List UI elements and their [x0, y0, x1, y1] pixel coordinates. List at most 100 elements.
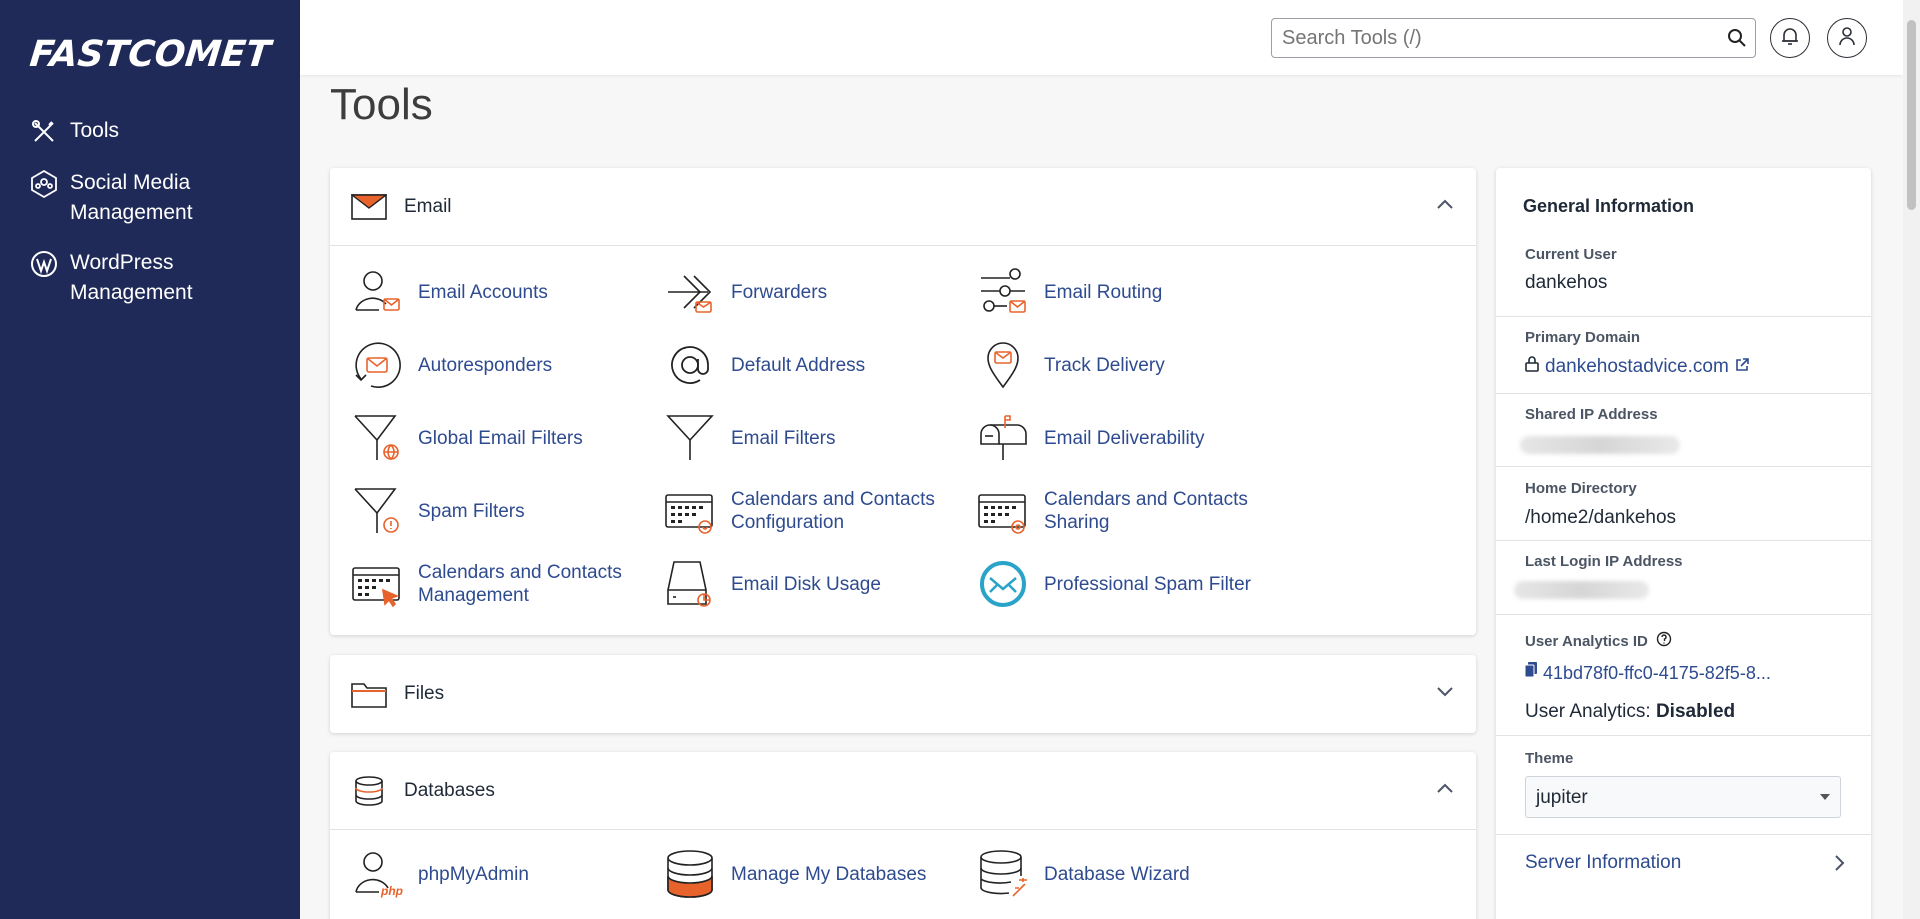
tool-label: Professional Spam Filter: [1044, 573, 1251, 595]
notifications-button[interactable]: [1770, 18, 1810, 58]
server-information-link[interactable]: Server Information: [1525, 852, 1845, 874]
page-scrollbar[interactable]: [1903, 0, 1920, 919]
sidebar-item-social-media[interactable]: Social Media Management: [28, 168, 288, 228]
tool-label: Email Routing: [1044, 281, 1163, 303]
tool-phpmyadmin[interactable]: php phpMyAdmin: [350, 846, 650, 902]
professional-spam-filter-icon: [976, 556, 1030, 612]
email-deliverability-icon: [976, 410, 1030, 466]
tool-forwarders[interactable]: Forwarders: [663, 264, 963, 320]
copy-icon[interactable]: [1524, 662, 1537, 684]
tool-global-email-filters[interactable]: Global Email Filters: [350, 410, 650, 466]
chevron-up-icon[interactable]: [1436, 781, 1454, 799]
help-icon[interactable]: [1656, 631, 1672, 651]
tool-autoresponders[interactable]: Autoresponders: [350, 337, 650, 393]
search-input[interactable]: [1272, 19, 1702, 57]
user-menu-button[interactable]: [1827, 18, 1867, 58]
tool-calendars-management[interactable]: Calendars and Contacts Management: [350, 556, 650, 612]
divider: [1496, 316, 1871, 317]
chevron-down-icon[interactable]: [1436, 684, 1454, 702]
user-icon: [1838, 26, 1856, 51]
theme-selected-value: jupiter: [1536, 787, 1588, 808]
tool-track-delivery[interactable]: Track Delivery: [976, 337, 1276, 393]
page-title: Tools: [330, 80, 433, 129]
track-delivery-icon: [976, 337, 1030, 393]
tool-email-accounts[interactable]: Email Accounts: [350, 264, 650, 320]
databases-section: Databases php phpMyAdmin Manage My Datab…: [330, 752, 1476, 919]
divider: [1496, 735, 1871, 736]
tool-default-address[interactable]: Default Address: [663, 337, 963, 393]
divider: [1496, 834, 1871, 835]
lock-icon: [1525, 356, 1539, 378]
sidebar-item-tools[interactable]: Tools: [28, 116, 288, 148]
section-title: Email: [404, 195, 452, 217]
manage-databases-icon: [663, 846, 717, 902]
tool-email-deliverability[interactable]: Email Deliverability: [976, 410, 1276, 466]
panel-title: General Information: [1523, 196, 1695, 216]
theme-select[interactable]: jupiter: [1525, 776, 1841, 818]
home-directory-label: Home Directory: [1525, 480, 1637, 497]
divider: [1496, 540, 1871, 541]
analytics-status-label: User Analytics:: [1525, 701, 1651, 722]
global-email-filters-icon: [350, 410, 404, 466]
tool-label: Calendars and Contacts Configuration: [731, 489, 935, 533]
tool-spam-filters[interactable]: Spam Filters: [350, 483, 650, 539]
calendars-management-icon: [350, 556, 404, 612]
autoresponders-icon: [350, 337, 404, 393]
analytics-id-value[interactable]: 41bd78f0-ffc0-4175-82f5-8...: [1543, 663, 1771, 684]
search-icon[interactable]: [1727, 28, 1747, 53]
caret-down-icon: [1820, 794, 1830, 800]
section-title: Files: [404, 683, 445, 704]
external-link-icon[interactable]: [1735, 356, 1749, 378]
email-section: Email Email Accounts Forwarders Email Ro…: [330, 168, 1476, 635]
home-directory-value: /home2/dankehos: [1525, 507, 1677, 528]
sidebar-item-label: Tools: [70, 119, 120, 142]
svg-text:php: php: [380, 884, 403, 898]
analytics-id-row: 41bd78f0-ffc0-4175-82f5-8...: [1524, 662, 1771, 684]
tool-calendars-config[interactable]: Calendars and Contacts Configuration: [663, 483, 963, 539]
divider: [1496, 614, 1871, 615]
tool-database-wizard[interactable]: Database Wizard: [976, 846, 1276, 902]
shared-ip-redacted: [1520, 436, 1680, 454]
scrollbar-thumb[interactable]: [1907, 20, 1916, 210]
tool-label: Default Address: [731, 354, 866, 376]
fastcomet-logo[interactable]: FASTCOMET: [28, 34, 273, 75]
calendars-sharing-icon: [976, 483, 1030, 539]
primary-domain-label: Primary Domain: [1525, 329, 1641, 346]
spam-filters-icon: [350, 483, 404, 539]
server-information-label: Server Information: [1525, 852, 1682, 873]
sidebar-item-wordpress[interactable]: WordPress Management: [28, 248, 288, 308]
primary-domain-link[interactable]: dankehostadvice.com: [1545, 356, 1729, 378]
tool-label: Spam Filters: [418, 500, 525, 522]
tool-label: Manage My Databases: [731, 863, 927, 885]
divider: [1496, 466, 1871, 467]
chevron-right-icon: [1833, 854, 1845, 877]
email-routing-icon: [976, 264, 1030, 320]
tool-label: Autoresponders: [418, 354, 553, 376]
tool-manage-databases[interactable]: Manage My Databases: [663, 846, 963, 902]
general-information-panel: General Information Current User dankeho…: [1496, 168, 1871, 919]
databases-section-header[interactable]: Databases: [330, 752, 1476, 830]
tool-label: Database Wizard: [1044, 863, 1190, 885]
database-wizard-icon: [976, 846, 1030, 902]
tool-calendars-sharing[interactable]: Calendars and Contacts Sharing: [976, 483, 1276, 539]
tool-professional-spam-filter[interactable]: Professional Spam Filter: [976, 556, 1276, 612]
sidebar-item-label: WordPress Management: [70, 251, 193, 304]
topbar: [300, 0, 1903, 75]
tool-label: Track Delivery: [1044, 354, 1165, 376]
sidebar-nav: Tools Social Media Management WordPress …: [28, 116, 288, 328]
sidebar: FASTCOMET Tools Social Media Management …: [0, 0, 300, 919]
tool-email-routing[interactable]: Email Routing: [976, 264, 1276, 320]
tool-email-filters[interactable]: Email Filters: [663, 410, 963, 466]
bell-icon: [1781, 26, 1799, 51]
email-section-header[interactable]: Email: [330, 168, 1476, 246]
files-section: Files: [330, 655, 1476, 733]
tool-label: Email Filters: [731, 427, 836, 449]
analytics-status-value: Disabled: [1655, 701, 1736, 722]
tool-label: Email Accounts: [418, 281, 548, 303]
search-box: [1271, 18, 1756, 58]
email-disk-usage-icon: [663, 556, 717, 612]
tool-email-disk-usage[interactable]: Email Disk Usage: [663, 556, 963, 612]
files-section-header[interactable]: Files: [330, 655, 1476, 733]
section-title: Databases: [404, 779, 495, 801]
chevron-up-icon[interactable]: [1436, 197, 1454, 215]
